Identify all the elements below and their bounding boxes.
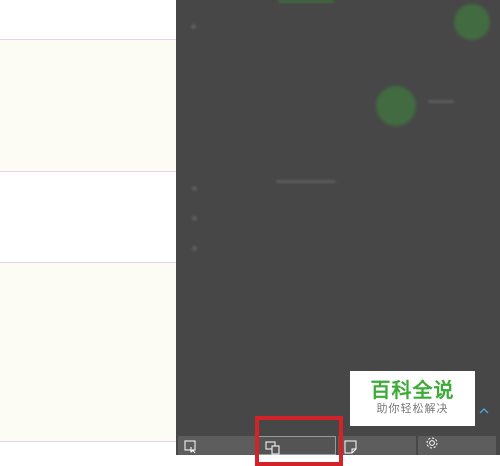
document-row (0, 442, 176, 455)
document-row (0, 40, 176, 172)
blurred-app-icon (454, 4, 490, 40)
blurred-dot (192, 186, 197, 191)
blurred-text (276, 180, 336, 183)
blurred-text (278, 0, 334, 3)
background-document (0, 0, 176, 455)
blurred-text (428, 100, 454, 103)
blurred-avatar (376, 86, 416, 126)
chevron-up-icon[interactable] (477, 404, 491, 418)
watermark-title: 百科全说 (370, 378, 455, 402)
quick-action-tablet-mode[interactable] (178, 436, 256, 455)
blurred-dot (192, 246, 197, 251)
watermark-logo: 百科全说 助你轻松解决 (350, 371, 475, 426)
document-row (0, 172, 176, 263)
quick-action-note[interactable] (338, 436, 416, 455)
blurred-dot (192, 216, 197, 221)
blurred-dot (191, 24, 196, 29)
quick-action-project[interactable] (258, 436, 336, 455)
watermark-subtitle: 助你轻松解决 (376, 402, 449, 415)
document-row (0, 263, 176, 442)
document-row (0, 0, 176, 40)
quick-action-settings[interactable] (418, 436, 496, 455)
